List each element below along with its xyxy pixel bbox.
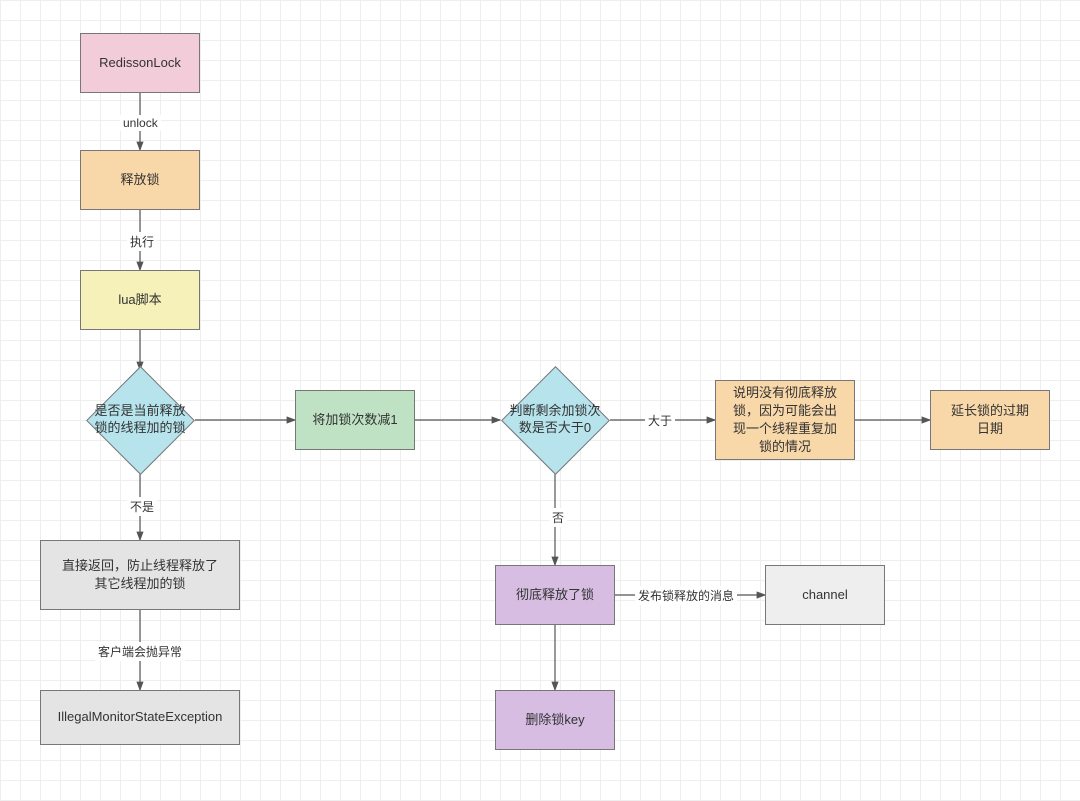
edge-label-gt: 大于 xyxy=(645,411,675,430)
node-count-gt-zero: 判断剩余加锁次数是否大于0 xyxy=(500,365,610,475)
node-label: 是否是当前释放锁的线程加的锁 xyxy=(86,403,193,437)
node-delete-key: 删除锁key xyxy=(495,690,615,750)
edge-label-unlock: unlock xyxy=(120,115,161,131)
node-label: 说明没有彻底释放锁，因为可能会出现一个线程重复加锁的情况 xyxy=(733,384,837,457)
node-direct-return: 直接返回，防止线程释放了其它线程加的锁 xyxy=(40,540,240,610)
node-fully-released: 彻底释放了锁 xyxy=(495,565,615,625)
node-label: lua脚本 xyxy=(118,291,161,309)
edge-label-no: 否 xyxy=(549,508,567,527)
node-not-fully-released: 说明没有彻底释放锁，因为可能会出现一个线程重复加锁的情况 xyxy=(715,380,855,460)
node-label: 将加锁次数减1 xyxy=(312,411,397,429)
node-label: 彻底释放了锁 xyxy=(516,586,594,604)
node-lua-script: lua脚本 xyxy=(80,270,200,330)
node-label: 释放锁 xyxy=(120,171,159,189)
node-is-current-thread: 是否是当前释放锁的线程加的锁 xyxy=(85,365,195,475)
node-label: channel xyxy=(802,586,848,604)
node-label: 直接返回，防止线程释放了其它线程加的锁 xyxy=(62,557,218,593)
node-decrement-count: 将加锁次数减1 xyxy=(295,390,415,450)
node-illegal-exception: IllegalMonitorStateException xyxy=(40,690,240,745)
edge-label-not: 不是 xyxy=(127,497,157,516)
node-release-lock: 释放锁 xyxy=(80,150,200,210)
node-label: IllegalMonitorStateException xyxy=(58,708,223,726)
node-channel: channel xyxy=(765,565,885,625)
edge-label-publish: 发布锁释放的消息 xyxy=(635,586,737,605)
node-extend-expiry: 延长锁的过期日期 xyxy=(930,390,1050,450)
node-label: 删除锁key xyxy=(525,711,584,729)
edge-label-exec: 执行 xyxy=(127,232,157,251)
node-label: 延长锁的过期日期 xyxy=(951,402,1029,438)
node-redisson-lock: RedissonLock xyxy=(80,33,200,93)
edge-label-client-throw: 客户端会抛异常 xyxy=(95,642,185,661)
node-label: 判断剩余加锁次数是否大于0 xyxy=(501,403,608,437)
node-label: RedissonLock xyxy=(99,54,181,72)
